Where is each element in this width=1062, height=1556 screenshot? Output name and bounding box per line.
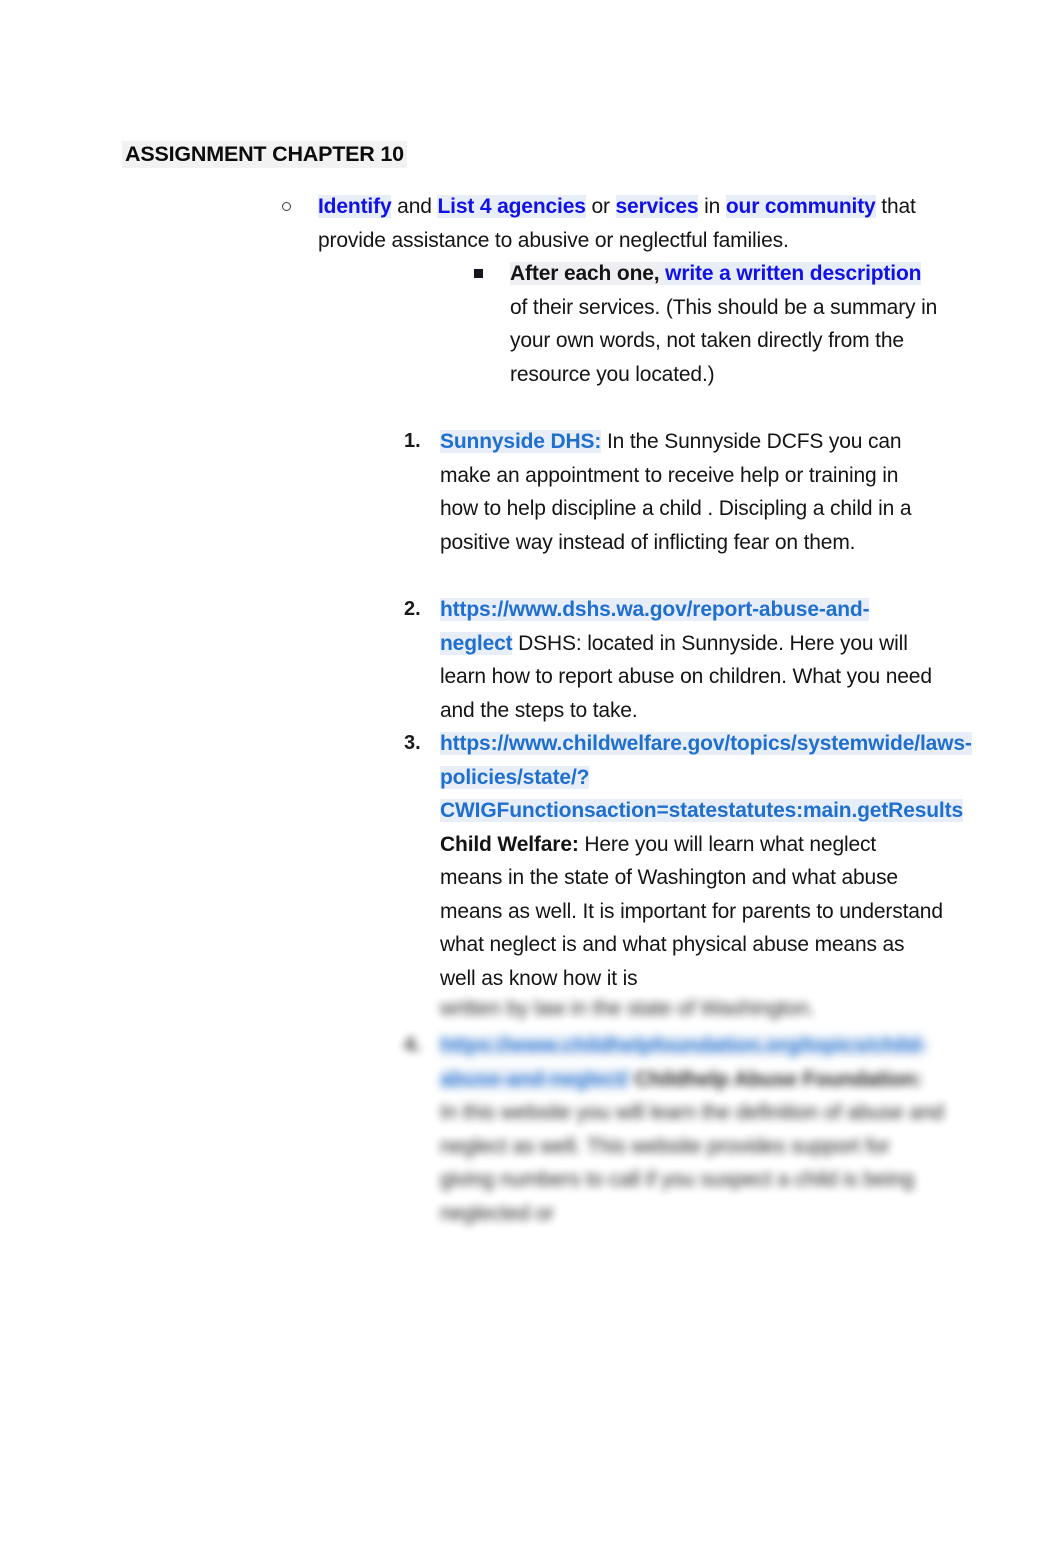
list-marker: 1.	[404, 430, 421, 452]
list-marker: 4.	[404, 1034, 421, 1056]
agency-label[interactable]: Sunnyside DHS:	[440, 430, 601, 453]
agency-description: Here you will learn what neglect means i…	[440, 832, 943, 990]
agency-description: DSHS: located in Sunnyside. Here you wil…	[440, 631, 932, 722]
prompt-run-in: in	[698, 195, 726, 218]
page-title: ASSIGNMENT CHAPTER 10	[122, 141, 407, 168]
prompt-run-and: and	[391, 195, 438, 218]
prompt-run-list-agencies: List 4 agencies	[437, 195, 586, 218]
square-bullet-icon	[474, 257, 483, 291]
prompt-run-services: services	[615, 195, 699, 218]
subprompt-run-write-description: write a written description	[665, 262, 922, 285]
table-row: 1. Sunnyside DHS: In the Sunnyside DCFS …	[404, 425, 940, 559]
table-row: 2. https://www.dshs.wa.gov/report-abuse-…	[404, 593, 940, 727]
list-marker: 2.	[404, 598, 421, 620]
prompt-text: Identify and List 4 agencies or services…	[318, 190, 934, 257]
agency-entry-1: Sunnyside DHS: In the Sunnyside DCFS you…	[440, 425, 940, 559]
subprompt-run-tail: of their services. (This should be a sum…	[510, 295, 938, 386]
list-item: After each one, write a written descript…	[474, 257, 940, 391]
list-marker: 3.	[404, 732, 421, 754]
agency-description-blurred: written by law in the state of Washingto…	[440, 997, 815, 1020]
prompt-run-identify: Identify	[318, 195, 392, 218]
redacted-text-tail: written by law in the state of Washingto…	[404, 992, 944, 1026]
subprompt-run-after-each-one: After each one,	[510, 262, 666, 285]
list-item: Identify and List 4 agencies or services…	[282, 190, 934, 257]
agency-entry-4: https://www.childhelpfoundation.org/topi…	[440, 1029, 944, 1230]
agency-entry-3: https://www.childwelfare.gov/topics/syst…	[440, 727, 972, 995]
prompt-run-or: or	[585, 195, 616, 218]
agency-name: Childhelp Abuse Foundation:	[628, 1067, 923, 1091]
table-row: 3. https://www.childwelfare.gov/topics/s…	[404, 727, 972, 995]
circle-bullet-icon	[282, 190, 291, 224]
agency-entry-2: https://www.dshs.wa.gov/report-abuse-and…	[440, 593, 940, 727]
subprompt-text: After each one, write a written descript…	[510, 257, 940, 391]
agency-link[interactable]: https://www.childwelfare.gov/topics/syst…	[440, 732, 972, 822]
table-row-redacted: 4. https://www.childhelpfoundation.org/t…	[404, 1029, 944, 1230]
document-page: ASSIGNMENT CHAPTER 10 Identify and List …	[0, 0, 1062, 1556]
agency-name: Child Welfare:	[440, 832, 579, 856]
agency-description: In this website you will learn the defin…	[440, 1101, 944, 1225]
prompt-run-our-community: our community	[725, 195, 876, 218]
